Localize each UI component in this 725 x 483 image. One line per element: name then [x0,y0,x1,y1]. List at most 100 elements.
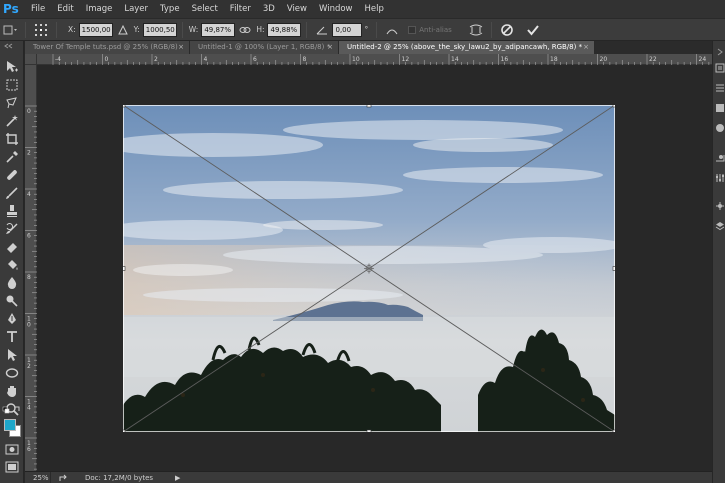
menu-layer[interactable]: Layer [118,0,154,18]
angle-icon [317,26,328,34]
ruler-label: 22 [649,56,657,63]
tool-preset-picker[interactable] [2,22,18,38]
triangle-delta-icon [117,24,128,34]
height-input[interactable]: 49,88% [267,22,302,37]
lasso-tool[interactable] [4,95,20,111]
document-canvas[interactable] [38,66,712,471]
vertical-ruler[interactable]: 0246810121416 [25,65,37,471]
ruler-label: 4 [27,191,31,198]
free-transform-bounding-box[interactable] [123,105,615,432]
warp-mode-button[interactable] [468,22,484,38]
x-position-input[interactable]: 1500,00 px [78,22,113,37]
x-label: X: [68,25,76,34]
horizontal-ruler[interactable]: -4 0 2 4 6 8 10 12 14 16 18 20 22 24 [37,54,712,65]
screen-mode-button[interactable] [4,459,20,475]
tab-close-icon[interactable]: × [178,41,184,54]
menu-3d[interactable]: 3D [257,0,281,18]
transform-handle-top[interactable] [366,105,372,108]
tab-close-icon[interactable]: × [583,41,589,54]
transform-handle-bottom[interactable] [366,429,372,432]
foreground-color-swatch[interactable] [4,419,16,431]
eraser-tool[interactable] [4,239,20,255]
layers-panel-icon[interactable] [715,221,725,231]
transform-handle-left[interactable] [123,266,126,271]
transform-handle-top-left[interactable] [123,105,126,108]
tab-close-icon[interactable]: × [327,41,333,54]
tab-untitled-2[interactable]: Untitled-2 @ 25% (above_the_sky_lawu2_by… [339,41,595,54]
menu-type[interactable]: Type [154,0,186,18]
tab-label: Untitled-2 @ 25% (above_the_sky_lawu2_by… [347,43,583,51]
reference-point-grid[interactable] [33,22,49,38]
ruler-label: 6 [253,56,257,63]
default-colors-icon[interactable] [0,405,24,417]
shape-tool[interactable] [4,365,20,381]
history-brush-tool[interactable] [4,221,20,237]
eyedropper-tool[interactable] [4,149,20,165]
history-panel-icon[interactable] [715,63,725,73]
status-menu-arrow[interactable]: ▶ [175,474,180,482]
menu-bar: Ps File Edit Image Layer Type Select Fil… [0,0,725,18]
clone-stamp-tool[interactable] [4,203,20,219]
tab-untitled-1[interactable]: Untitled-1 @ 100% (Layer 1, RGB/8) * × [190,41,339,54]
adjustments-panel-icon[interactable] [715,173,725,183]
maintain-aspect-ratio-toggle[interactable] [237,22,253,38]
move-tool[interactable] [4,59,20,75]
healing-brush-tool[interactable] [4,167,20,183]
transform-handle-right[interactable] [612,266,615,271]
styles-panel-icon[interactable] [715,201,725,211]
cancel-transform-button[interactable] [499,22,515,38]
ruler-origin[interactable] [25,54,37,65]
transform-handle-bottom-right[interactable] [612,429,615,432]
quick-mask-button[interactable] [4,441,20,457]
properties-panel-icon[interactable] [715,83,725,93]
rotate-angle-input[interactable]: 0,00 [332,22,363,37]
menu-help[interactable]: Help [359,0,390,18]
panel-expand-icon[interactable] [715,47,725,57]
crop-tool[interactable] [4,131,20,147]
hand-tool[interactable] [4,383,20,399]
share-icon-wrap[interactable] [59,472,71,483]
menu-select[interactable]: Select [186,0,224,18]
y-position-input[interactable]: 1000,50 px [142,22,177,37]
ruler-label: 2 [154,56,158,63]
transform-reference-point[interactable] [364,263,374,274]
stamp-icon [7,205,17,217]
type-tool[interactable] [4,329,20,345]
swatches-panel-icon[interactable] [715,153,725,163]
tab-tower-of-temple[interactable]: Tower Of Temple tuts.psd @ 25% (RGB/8) × [25,41,190,54]
transform-handle-bottom-left[interactable] [123,429,126,432]
menu-filter[interactable]: Filter [224,0,257,18]
dodge-tool[interactable] [4,293,20,309]
blur-tool[interactable] [4,275,20,291]
ruler-label: 4 [204,56,208,63]
menu-image[interactable]: Image [80,0,119,18]
menu-file[interactable]: File [25,0,51,18]
ruler-label: 0 [27,108,31,115]
gradient-tool[interactable] [4,257,20,273]
collapsed-panels-strip [712,41,725,483]
character-panel-icon[interactable] [715,103,725,113]
color-panel-icon[interactable] [715,123,725,133]
pen-tool[interactable] [4,311,20,327]
quick-selection-tool[interactable] [4,113,20,129]
zoom-level[interactable]: 25% [25,471,51,483]
rectangular-marquee-icon [6,79,18,91]
menu-edit[interactable]: Edit [51,0,79,18]
width-input[interactable]: 49,87% [201,22,236,37]
eyedropper-icon [6,151,18,163]
options-separator [306,21,308,38]
paint-bucket-icon [8,260,18,270]
menu-view[interactable]: View [281,0,313,18]
interpolation-toggle[interactable] [384,22,400,38]
transform-handle-top-right[interactable] [612,105,615,108]
path-selection-tool[interactable] [4,347,20,363]
panel-collapse-icon[interactable] [0,41,24,51]
brush-tool[interactable] [4,185,20,201]
commit-transform-button[interactable] [525,22,541,38]
history-brush-icon [6,223,18,234]
ruler-label: 2 [27,363,31,370]
anti-alias-checkbox[interactable] [408,25,417,34]
menu-window[interactable]: Window [313,0,359,18]
relative-position-toggle[interactable] [115,22,131,38]
marquee-tool[interactable] [4,77,20,93]
